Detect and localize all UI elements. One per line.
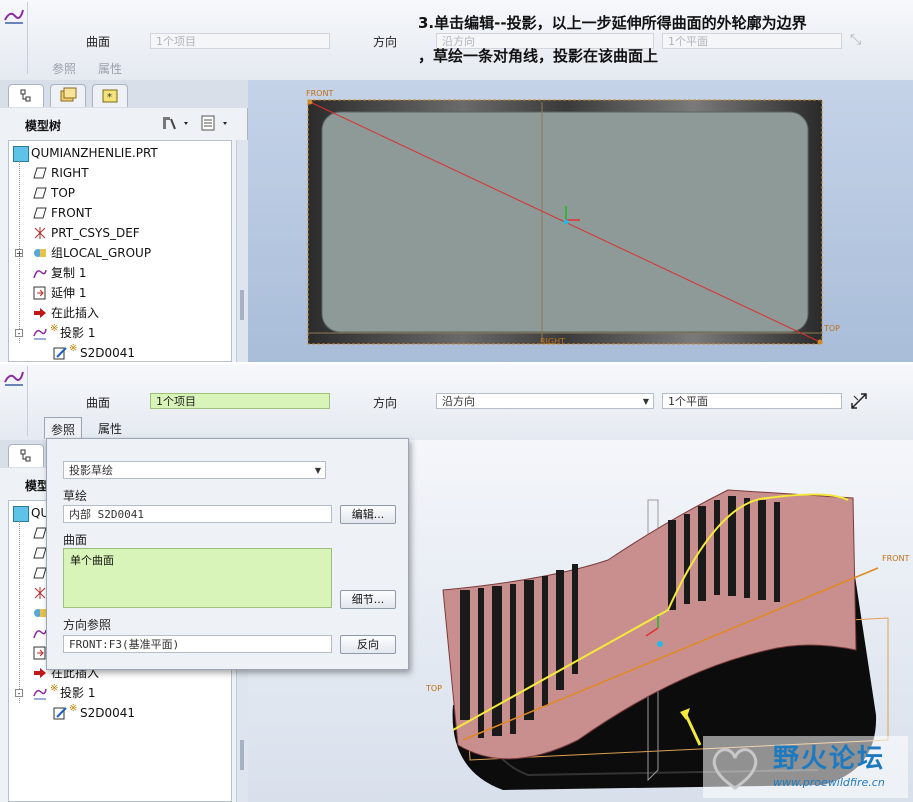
flip-direction-button[interactable]: 反向 (340, 635, 396, 654)
tree-item-sketch[interactable]: ※ S2D0041 (9, 703, 229, 723)
tab-refs-top[interactable]: 参照 (52, 60, 76, 77)
sketch-collector[interactable]: 内部 S2D0041 (63, 505, 332, 523)
instruction-line-2: ，草绘一条对角线，投影在该曲面上 (418, 47, 659, 65)
direction-ref-collector[interactable]: FRONT:F3(基准平面) (63, 635, 332, 653)
tab-props-top[interactable]: 属性 (98, 60, 122, 77)
insert-arrow-icon (34, 668, 46, 678)
model-tree-icon (20, 449, 31, 462)
new-feature-marker: ※ (69, 703, 78, 714)
tree-settings-icon[interactable] (160, 114, 192, 132)
surface-details-button[interactable]: 细节... (340, 590, 396, 609)
navigator-scrollbar-top[interactable] (236, 140, 248, 362)
favorites-icon: * (102, 89, 118, 103)
surface-collector[interactable]: 1个项目 (150, 393, 330, 409)
bottom-dash-divider (27, 366, 28, 436)
insert-arrow-icon (34, 308, 46, 318)
tree-item-sketch[interactable]: ※ S2D0041 (9, 343, 229, 361)
tab-favorites[interactable]: * (92, 84, 128, 107)
projection-tool-icon (4, 371, 24, 386)
sketch-icon (53, 707, 67, 720)
new-feature-marker: ※ (69, 343, 78, 354)
tree-item-front[interactable]: FRONT (9, 203, 229, 223)
tree-item-projection[interactable]: - ※ 投影 1 (9, 683, 229, 703)
datum-label-front: FRONT (882, 554, 910, 563)
datum-label-top: TOP (824, 324, 841, 333)
copy-icon (33, 629, 47, 639)
top-dash-divider (27, 2, 28, 74)
folder-icon (60, 87, 77, 102)
expand-icon[interactable]: + (15, 249, 23, 258)
model-tree-icon (20, 89, 31, 102)
part-icon (13, 146, 29, 162)
svg-text:*: * (107, 92, 112, 103)
datum-plane-icon (33, 527, 47, 539)
watermark-url: www.proewildfire.cn (773, 776, 885, 789)
new-feature-marker: ※ (50, 323, 59, 334)
sketch-icon (53, 347, 67, 360)
projection-tool-icon (4, 9, 24, 24)
tree-item-extend[interactable]: 延伸 1 (9, 283, 229, 303)
sketch-label: 草绘 (63, 489, 88, 503)
datum-label-front: FRONT (306, 89, 334, 98)
tree-item-insert-here[interactable]: 在此插入 (9, 303, 229, 323)
datum-plane-icon (33, 167, 47, 179)
model-tree: QUMIANZHENLIE.PRT RIGHT TOP FRONT PRT_CS… (8, 140, 232, 362)
model-tree-title: 模型树 (25, 119, 62, 133)
forum-watermark: 野火论坛 www.proewildfire.cn (703, 736, 908, 798)
part-icon (13, 506, 29, 522)
tree-item-copy[interactable]: 复制 1 (9, 263, 229, 283)
instruction-line-1: 3.单击编辑--投影，以上一步延伸所得曲面的外轮廓为边界 (418, 14, 807, 32)
tab-model-tree[interactable] (8, 84, 44, 107)
dropdown-arrow-icon: ▼ (642, 397, 649, 406)
tab-model-tree[interactable] (8, 444, 44, 467)
tab-props-bottom[interactable]: 属性 (98, 420, 122, 437)
tab-refs-bottom[interactable]: 参照 (44, 417, 82, 439)
extend-icon (33, 646, 46, 660)
heart-logo (712, 748, 758, 790)
flip-direction-icon[interactable] (850, 392, 868, 410)
tree-show-icon[interactable] (199, 114, 233, 132)
surface-label: 曲面 (86, 396, 111, 410)
csys-icon (34, 587, 46, 599)
direction-ref-label: 方向参照 (63, 618, 112, 632)
project-icon (33, 328, 47, 340)
csys-icon (34, 227, 46, 239)
projection-type-select[interactable]: 投影草绘 ▼ (63, 461, 326, 479)
surface-label: 曲面 (86, 35, 111, 49)
tree-item-csys[interactable]: PRT_CSYS_DEF (9, 223, 229, 243)
datum-plane-icon (33, 207, 47, 219)
tree-item-part[interactable]: QUMIANZHENLIE.PRT (9, 143, 229, 163)
tree-item-right[interactable]: RIGHT (9, 163, 229, 183)
references-panel: 投影草绘 ▼ 草绘 内部 S2D0041 编辑... 曲面 单个曲面 细节...… (46, 438, 409, 670)
extend-icon (33, 286, 46, 300)
project-icon (33, 688, 47, 700)
tree-item-projection[interactable]: - ※ 投影 1 (9, 323, 229, 343)
dropdown-arrow-icon: ▼ (314, 466, 321, 475)
group-icon (34, 609, 46, 617)
datum-plane-icon (33, 187, 47, 199)
datum-label-top: TOP (426, 684, 443, 693)
datum-plane-icon (33, 547, 47, 559)
direction-select[interactable]: 沿方向 ▼ (436, 393, 654, 409)
surfaces-label: 曲面 (63, 533, 88, 547)
datum-plane-icon (33, 567, 47, 579)
surfaces-collector[interactable]: 单个曲面 (63, 548, 332, 608)
sketch-view (307, 99, 823, 345)
surface-collector[interactable]: 1个项目 (150, 33, 330, 49)
plane-collector[interactable]: 1个平面 (662, 393, 842, 409)
direction-label: 方向 (373, 396, 398, 410)
tree-item-group[interactable]: + 组LOCAL_GROUP (9, 243, 229, 263)
collapse-icon[interactable]: - (15, 329, 23, 338)
edit-sketch-button[interactable]: 编辑... (340, 505, 396, 524)
new-feature-marker: ※ (50, 683, 59, 694)
direction-label: 方向 (373, 35, 398, 49)
group-icon (34, 249, 46, 257)
datum-label-right: RIGHT (540, 337, 566, 346)
collapse-icon[interactable]: - (15, 689, 23, 698)
tree-item-top[interactable]: TOP (9, 183, 229, 203)
copy-icon (33, 269, 47, 279)
watermark-title: 野火论坛 (773, 744, 886, 774)
tab-folder-browser[interactable] (50, 84, 86, 107)
